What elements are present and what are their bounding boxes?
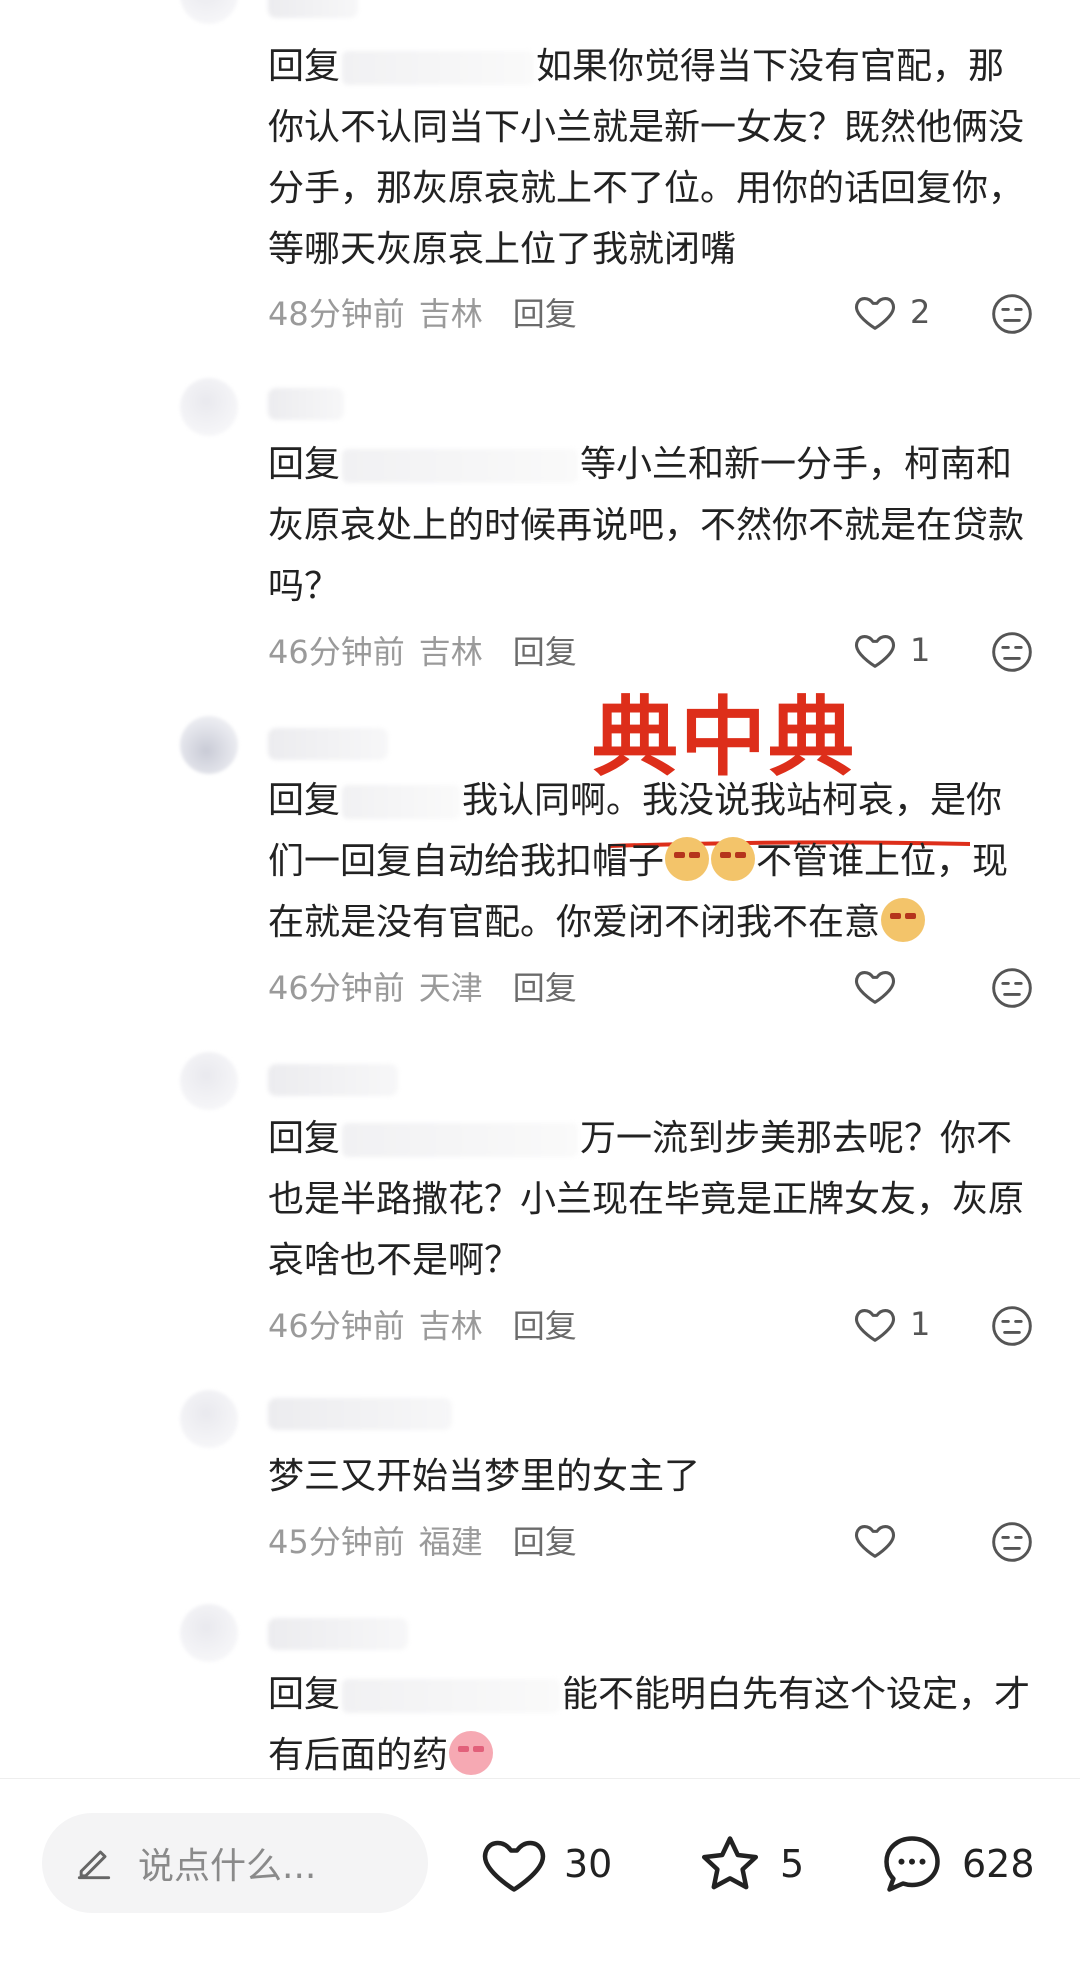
redacted-username (342, 1123, 579, 1157)
comment-location: 天津 (418, 969, 483, 1007)
username-redacted[interactable] (268, 1064, 398, 1096)
comment-input[interactable]: 说点什么... (42, 1813, 428, 1913)
comment-location: 吉林 (418, 633, 483, 671)
like-count: 2 (910, 293, 931, 331)
comment-time: 48分钟前 (268, 295, 405, 333)
heart-icon (855, 635, 895, 668)
comment-time: 45分钟前 (268, 1523, 405, 1561)
username-redacted[interactable] (268, 0, 358, 18)
comment-body[interactable]: 回复 如果你觉得当下没有官配，那你认不认同当下小兰就是新一女友？既然他俩没分手，那… (268, 36, 1038, 280)
comment-input-placeholder: 说点什么... (138, 1846, 317, 1887)
username-redacted[interactable] (268, 1618, 408, 1650)
heart-icon (855, 971, 895, 1004)
neutral-face-icon[interactable] (990, 1304, 1034, 1348)
avatar[interactable] (180, 716, 238, 774)
bottom-action-bar: 说点什么... 30 5 628 (0, 1778, 1080, 1967)
favorite-count: 5 (780, 1842, 805, 1886)
neutral-face-icon[interactable] (990, 292, 1034, 336)
comment-body[interactable]: 回复 等小兰和新一分手，柯南和灰原哀处上的时候再说吧，不然你不就是在贷款吗？ (268, 434, 1038, 617)
avatar[interactable] (180, 0, 238, 24)
comment-meta: 46分钟前 吉林 回复 (268, 1302, 577, 1346)
like-count: 1 (910, 1305, 931, 1343)
favorite-button[interactable]: 5 (694, 1829, 804, 1899)
username-redacted[interactable] (268, 1398, 452, 1430)
avatar[interactable] (180, 1604, 238, 1662)
reply-prefix: 回复 (268, 46, 341, 87)
neutral-face-icon[interactable] (990, 966, 1034, 1010)
like-post-button[interactable]: 30 (478, 1829, 612, 1899)
like-button[interactable]: 2 (852, 290, 930, 334)
avatar[interactable] (180, 1390, 238, 1448)
heart-icon (855, 297, 895, 330)
neutral-face-icon[interactable] (990, 630, 1034, 674)
comment-body[interactable]: 回复 能不能明白先有这个设定，才有后面的药 (268, 1664, 1038, 1786)
comment-time: 46分钟前 (268, 1307, 405, 1345)
redacted-username (342, 1679, 561, 1713)
redacted-username (342, 449, 579, 483)
reply-button[interactable]: 回复 (513, 1517, 577, 1563)
reply-button[interactable]: 回复 (513, 289, 577, 335)
star-icon (701, 1836, 759, 1890)
redacted-username (342, 51, 535, 85)
comment-location: 福建 (418, 1523, 483, 1561)
reply-prefix: 回复 (268, 444, 341, 485)
comment-body[interactable]: 回复 万一流到步美那去呢？你不也是半路撒花？小兰现在毕竟是正牌女友，灰原哀啥也不是… (268, 1108, 1038, 1291)
comment-meta: 45分钟前 福建 回复 (268, 1518, 577, 1562)
like-button[interactable] (852, 1518, 910, 1562)
chat-bubble-icon (884, 1836, 940, 1892)
comment-text: 梦三又开始当梦里的女主了 (268, 1456, 701, 1497)
comment-count: 628 (962, 1842, 1035, 1886)
like-button[interactable] (852, 964, 910, 1008)
neutral-face-icon[interactable] (990, 1520, 1034, 1564)
reply-button[interactable]: 回复 (513, 1301, 577, 1347)
smirk-emoji-icon (881, 898, 926, 942)
comment-meta: 46分钟前 吉林 回复 (268, 628, 577, 672)
smirk-emoji-icon (665, 837, 710, 881)
post-like-count: 30 (564, 1842, 613, 1886)
like-count: 1 (910, 631, 931, 669)
comment-body[interactable]: 回复 我认同啊。我没说我站柯哀，是你们一回复自动给我扣帽子 不管谁上位，现在就是没有… (268, 770, 1038, 953)
comment-meta: 48分钟前 吉林 回复 (268, 290, 577, 334)
heart-icon (482, 1840, 546, 1892)
comment-time: 46分钟前 (268, 633, 405, 671)
comment-meta: 46分钟前 天津 回复 (268, 964, 577, 1008)
comment-location: 吉林 (418, 295, 483, 333)
like-button[interactable]: 1 (852, 628, 930, 672)
username-redacted[interactable] (268, 728, 388, 760)
username-redacted[interactable] (268, 388, 344, 420)
reply-button[interactable]: 回复 (513, 963, 577, 1009)
pig-emoji-icon (449, 1731, 494, 1775)
heart-icon (855, 1309, 895, 1342)
comments-button[interactable]: 628 (876, 1829, 1035, 1899)
redacted-username (342, 785, 461, 819)
comment-body[interactable]: 梦三又开始当梦里的女主了 (268, 1446, 1038, 1507)
avatar[interactable] (180, 1052, 238, 1110)
reply-prefix: 回复 (268, 780, 341, 821)
heart-icon (855, 1525, 895, 1558)
comment-time: 46分钟前 (268, 969, 405, 1007)
reply-prefix: 回复 (268, 1118, 341, 1159)
smirk-emoji-icon (711, 837, 756, 881)
like-button[interactable]: 1 (852, 1302, 930, 1346)
avatar[interactable] (180, 378, 238, 436)
reply-button[interactable]: 回复 (513, 627, 577, 673)
comment-location: 吉林 (418, 1307, 483, 1345)
reply-prefix: 回复 (268, 1674, 341, 1715)
pencil-icon (77, 1850, 111, 1880)
